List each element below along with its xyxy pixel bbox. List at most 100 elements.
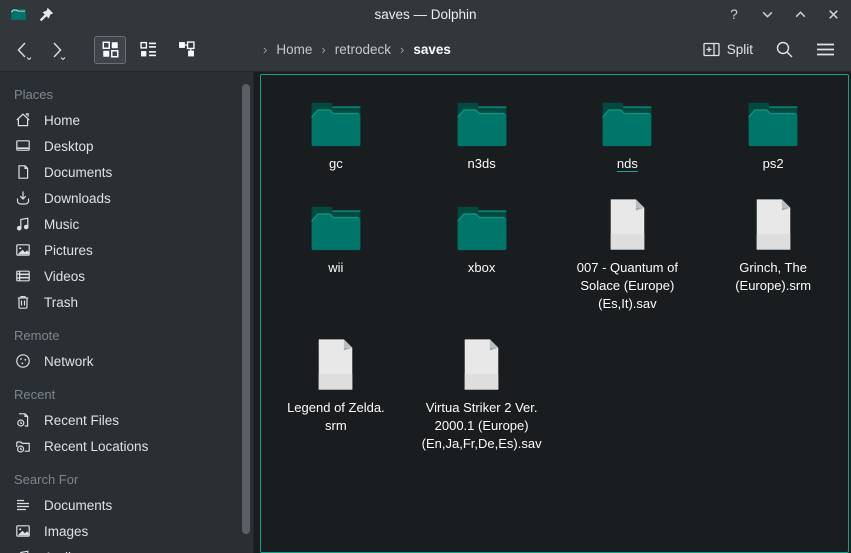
maximize-icon[interactable]: [792, 6, 808, 22]
dolphin-window: saves — Dolphin ?: [0, 0, 851, 553]
folder-item-wii[interactable]: wii: [263, 185, 409, 325]
file-icon: [753, 195, 794, 251]
section-header-places: Places: [0, 80, 253, 107]
sidebar-scrollbar[interactable]: [242, 84, 250, 534]
folder-icon: [307, 91, 365, 147]
sidebar-item-label: Music: [44, 217, 79, 232]
item-label: Legend of Zelda. srm: [287, 399, 385, 435]
file-icon: [315, 335, 356, 391]
section-header-remote: Remote: [0, 321, 253, 348]
folder-item-nds[interactable]: nds: [555, 81, 701, 185]
file-item-legend-of-zelda[interactable]: Legend of Zelda. srm: [263, 325, 409, 465]
breadcrumb-current[interactable]: saves: [413, 42, 451, 57]
file-icon: [461, 335, 502, 391]
sidebar-item-label: Recent Locations: [44, 439, 148, 454]
sidebar-item-pictures[interactable]: Pictures: [0, 237, 253, 263]
window-title: saves — Dolphin: [0, 7, 851, 22]
sidebar-item-search-documents[interactable]: Documents: [0, 492, 253, 518]
pin-icon[interactable]: [39, 7, 54, 22]
breadcrumb: › Home › retrodeck › saves: [263, 42, 451, 57]
sidebar-item-search-audio[interactable]: Audio: [0, 544, 253, 553]
sidebar-item-recent-locations[interactable]: Recent Locations: [0, 433, 253, 459]
split-button[interactable]: Split: [697, 38, 759, 61]
search-icon[interactable]: [769, 36, 800, 63]
sidebar-item-label: Trash: [44, 295, 78, 310]
forward-button[interactable]: [44, 36, 70, 64]
sidebar-item-label: Home: [44, 113, 80, 128]
recent-files-icon: [15, 412, 31, 428]
sidebar-item-desktop[interactable]: Desktop: [0, 133, 253, 159]
sidebar-item-trash[interactable]: Trash: [0, 289, 253, 315]
file-item-grinch-the[interactable]: Grinch, The (Europe).srm: [700, 185, 846, 325]
item-label: xbox: [468, 259, 495, 277]
breadcrumb-separator: ›: [321, 42, 325, 57]
icons-view-button[interactable]: [94, 36, 126, 64]
folder-item-ps2[interactable]: ps2: [700, 81, 846, 185]
breadcrumb-separator: ›: [400, 42, 404, 57]
app-folder-icon: [10, 7, 27, 21]
help-icon[interactable]: ?: [726, 6, 742, 22]
item-label: 007 - Quantum of Solace (Europe) (Es,It)…: [577, 259, 678, 313]
network-icon: [15, 353, 31, 369]
toolbar: › Home › retrodeck › saves Split: [0, 28, 851, 72]
document-lines-icon: [15, 497, 31, 513]
sidebar-item-network[interactable]: Network: [0, 348, 253, 374]
folder-icon: [598, 91, 656, 147]
sidebar-item-label: Documents: [44, 498, 112, 513]
download-icon: [15, 190, 31, 206]
item-label: nds: [617, 155, 638, 173]
view-mode-group: [94, 36, 202, 64]
item-label: ps2: [763, 155, 784, 173]
sidebar-item-videos[interactable]: Videos: [0, 263, 253, 289]
image-icon: [15, 242, 31, 258]
image-icon: [15, 523, 31, 539]
file-item-007-quantum-of-solace[interactable]: 007 - Quantum of Solace (Europe) (Es,It)…: [555, 185, 701, 325]
back-button[interactable]: [10, 36, 36, 64]
sidebar-item-search-images[interactable]: Images: [0, 518, 253, 544]
breadcrumb-home[interactable]: Home: [276, 42, 312, 57]
item-label: Virtua Striker 2 Ver. 2000.1 (Europe) (E…: [422, 399, 542, 453]
sidebar-item-downloads[interactable]: Downloads: [0, 185, 253, 211]
split-icon: [703, 42, 720, 57]
split-label: Split: [727, 42, 753, 57]
file-icon: [607, 195, 648, 251]
sidebar-item-label: Downloads: [44, 191, 111, 206]
sidebar-item-home[interactable]: Home: [0, 107, 253, 133]
folder-view[interactable]: gc n3ds: [260, 74, 849, 553]
trash-icon: [15, 294, 31, 310]
sidebar-item-label: Images: [44, 524, 88, 539]
music-note-icon: [15, 216, 31, 232]
sidebar-item-documents[interactable]: Documents: [0, 159, 253, 185]
folder-icon: [453, 91, 511, 147]
sidebar-item-music[interactable]: Music: [0, 211, 253, 237]
item-label: n3ds: [468, 155, 496, 173]
tree-view-button[interactable]: [170, 36, 202, 64]
places-panel: Places Home Desktop: [0, 72, 254, 553]
sidebar-item-recent-files[interactable]: Recent Files: [0, 407, 253, 433]
file-item-virtua-striker-2[interactable]: Virtua Striker 2 Ver. 2000.1 (Europe) (E…: [409, 325, 555, 465]
sidebar-item-label: Pictures: [44, 243, 93, 258]
breadcrumb-separator: ›: [263, 42, 267, 57]
item-label: Grinch, The (Europe).srm: [735, 259, 811, 295]
details-view-button[interactable]: [132, 36, 164, 64]
folder-item-n3ds[interactable]: n3ds: [409, 81, 555, 185]
item-label: gc: [329, 155, 343, 173]
breadcrumb-retrodeck[interactable]: retrodeck: [335, 42, 391, 57]
sidebar-item-label: Network: [44, 354, 94, 369]
document-icon: [15, 164, 31, 180]
film-icon: [15, 268, 31, 284]
titlebar[interactable]: saves — Dolphin ?: [0, 0, 851, 28]
section-header-recent: Recent: [0, 380, 253, 407]
close-icon[interactable]: [825, 6, 841, 22]
folder-item-gc[interactable]: gc: [263, 81, 409, 185]
sidebar-item-label: Documents: [44, 165, 112, 180]
section-header-search-for: Search For: [0, 465, 253, 492]
folder-icon: [453, 195, 511, 251]
folder-icon: [744, 91, 802, 147]
minimize-icon[interactable]: [759, 6, 775, 22]
folder-icon: [307, 195, 365, 251]
folder-item-xbox[interactable]: xbox: [409, 185, 555, 325]
hamburger-menu-icon[interactable]: [810, 38, 841, 61]
sidebar-item-label: Desktop: [44, 139, 94, 154]
recent-locations-icon: [15, 438, 31, 454]
